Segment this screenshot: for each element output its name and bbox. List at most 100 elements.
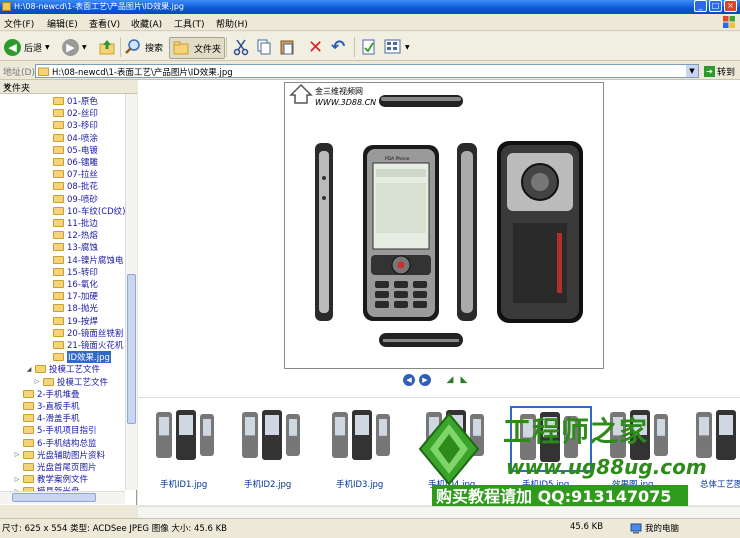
up-folder-icon (99, 40, 115, 55)
folder-icon (53, 145, 64, 154)
thumbnail-label[interactable]: 手机ID2.jpg (244, 478, 291, 490)
tree-item[interactable]: 2-手机堆叠 (14, 388, 79, 400)
thumbnail-image[interactable] (148, 406, 226, 468)
thumbnail-image[interactable] (232, 406, 310, 468)
rotate-left-button[interactable]: ◢ (445, 375, 455, 385)
thumbnail-label[interactable]: 总体工艺图 (700, 478, 740, 490)
title-bar[interactable]: H:\08-newcd\1-表面工艺\产品图片\ID效果.jpg _ □ × (0, 0, 740, 14)
tree-item-label: 14-镍片腐蚀电 (67, 255, 124, 266)
folder-pane-close-button[interactable]: × (3, 81, 131, 92)
expand-toggle-icon[interactable]: ▷ (14, 476, 20, 483)
tree-item[interactable]: 11-批边 (44, 217, 98, 229)
menu-edit[interactable]: 编辑(E) (47, 17, 78, 30)
expand-toggle-icon[interactable]: ▷ (34, 378, 40, 385)
tree-item[interactable]: 14-镍片腐蚀电 (44, 254, 123, 266)
tree-item-label: 21-镜面火花机 (67, 341, 124, 351)
up-folder-button[interactable] (98, 37, 116, 57)
tree-item[interactable]: ▷ 教学案例文件 (14, 473, 88, 485)
tree-item[interactable]: 06-镭雕 (44, 156, 98, 168)
tree-item[interactable]: 03-移印 (44, 119, 98, 131)
back-button[interactable]: ◀ 后退 ▼ (4, 37, 50, 57)
tree-item-label: 光盘首尾页图片 (37, 463, 97, 473)
forward-button[interactable]: ▶ ▼ (62, 37, 87, 57)
tree-item-label: 17-加硬 (67, 292, 98, 303)
delete-button[interactable]: ✕ (308, 37, 323, 58)
tree-item-label: 11-批边 (67, 219, 98, 229)
folder-pane-header: 文件夹 × (0, 80, 137, 94)
tree-item[interactable]: 5-手机项目指引 (14, 424, 96, 436)
tree-item[interactable]: ◢ 投模工艺文件 (26, 363, 100, 375)
copy-button[interactable] (256, 37, 272, 57)
menu-file[interactable]: 文件(F) (4, 17, 34, 30)
properties-button[interactable] (361, 37, 377, 57)
tree-item[interactable]: 20-镜面丝铣割 (44, 327, 123, 339)
minimize-button[interactable]: _ (694, 0, 707, 12)
watermark-url: www.ug88ug.com (506, 455, 707, 479)
menu-view[interactable]: 查看(V) (89, 17, 120, 30)
tree-item-label: 07-拉丝 (67, 170, 98, 181)
tree-item[interactable]: 07-拉丝 (44, 168, 98, 180)
computer-icon (630, 523, 642, 533)
tree-item[interactable]: 6-手机结构总监 (14, 437, 96, 449)
cut-button[interactable] (233, 37, 249, 57)
expand-toggle-icon[interactable]: ▷ (14, 451, 20, 458)
tree-item[interactable]: 05-电镀 (44, 144, 98, 156)
folder-icon (53, 292, 64, 301)
thumbnail-label[interactable]: 手机ID3.jpg (336, 478, 383, 490)
tree-item-label: 15-转印 (67, 267, 98, 278)
maximize-button[interactable]: □ (709, 0, 722, 12)
thumbnail-label[interactable]: 手机ID1.jpg (160, 478, 207, 490)
expand-toggle-icon[interactable]: ◢ (26, 366, 32, 373)
next-image-button[interactable]: ▶ (419, 374, 431, 386)
tree-item[interactable]: 13-腐蚀 (44, 241, 98, 253)
menu-help[interactable]: 帮助(H) (216, 17, 248, 30)
back-arrow-icon: ◀ (4, 38, 21, 56)
folders-button[interactable]: 文件夹 (169, 37, 226, 59)
tree-item-label: 01-原色 (67, 97, 98, 107)
tree-item[interactable]: 18-抛光 (44, 302, 98, 314)
tree-item-selected[interactable]: ID效果.jpg (44, 351, 111, 364)
tree-item[interactable]: 4-滑盖手机 (14, 412, 79, 424)
tree-item[interactable]: 3-直板手机 (14, 400, 79, 412)
search-button[interactable]: 搜索 (124, 37, 163, 57)
tree-item-label: 02-丝印 (67, 109, 98, 120)
tree-item[interactable]: 16-氧化 (44, 278, 98, 290)
tree-item[interactable]: ▷ 光盘辅助图片资料 (14, 449, 105, 461)
image-preview-pane: 金三维视频网 WWW.3D88.CN PDA Phone ◀ ▶ ◢ ◣ (138, 80, 740, 397)
folder-icon (53, 97, 64, 105)
go-button[interactable]: ➔ 转到 (704, 64, 740, 78)
tree-item[interactable]: 光盘首尾页图片 (14, 461, 97, 473)
tree-item[interactable]: 02-丝印 (44, 107, 98, 119)
tree-item[interactable]: 12-热熔 (44, 229, 98, 241)
tree-item[interactable]: 17-加硬 (44, 290, 98, 302)
thumbnail-image[interactable] (324, 406, 402, 468)
address-dropdown-button[interactable]: ▼ (686, 65, 698, 77)
folder-icon (35, 365, 46, 374)
scrollbar-thumb[interactable] (12, 493, 96, 502)
folder-icon (53, 194, 64, 203)
tree-item[interactable]: 15-转印 (44, 266, 98, 278)
folder-icon (53, 316, 64, 325)
scrollbar-thumb[interactable] (127, 274, 136, 424)
tree-item-label: 19-按焊 (67, 316, 98, 327)
folder-tree-vertical-scrollbar[interactable] (125, 94, 137, 490)
views-button[interactable]: ▼ (384, 37, 410, 57)
rotate-right-button[interactable]: ◣ (459, 375, 469, 385)
tree-item[interactable]: 08-批花 (44, 180, 98, 192)
previous-image-button[interactable]: ◀ (403, 374, 415, 386)
undo-button[interactable]: ↶ (331, 37, 345, 57)
menu-favorites[interactable]: 收藏(A) (131, 17, 162, 30)
tree-item[interactable]: 04-喷涂 (44, 132, 98, 144)
tree-item[interactable]: 21-镜面火花机 (44, 339, 123, 351)
folder-tree-horizontal-scrollbar[interactable] (0, 491, 125, 504)
tree-item[interactable]: 09-喷砂 (44, 193, 98, 205)
tree-item[interactable]: 01-原色 (44, 95, 98, 107)
paste-button[interactable] (279, 37, 295, 57)
tree-item-label: 12-热熔 (67, 231, 98, 242)
menu-tools[interactable]: 工具(T) (174, 17, 205, 30)
tree-item[interactable]: 10-车纹(CD纹) (44, 205, 126, 217)
address-input[interactable]: H:\08-newcd\1-表面工艺\产品图片\ID效果.jpg ▼ (35, 64, 699, 78)
tree-item[interactable]: ▷ 投模工艺文件 (34, 376, 108, 388)
tree-item[interactable]: 19-按焊 (44, 315, 98, 327)
close-button[interactable]: × (724, 0, 737, 12)
